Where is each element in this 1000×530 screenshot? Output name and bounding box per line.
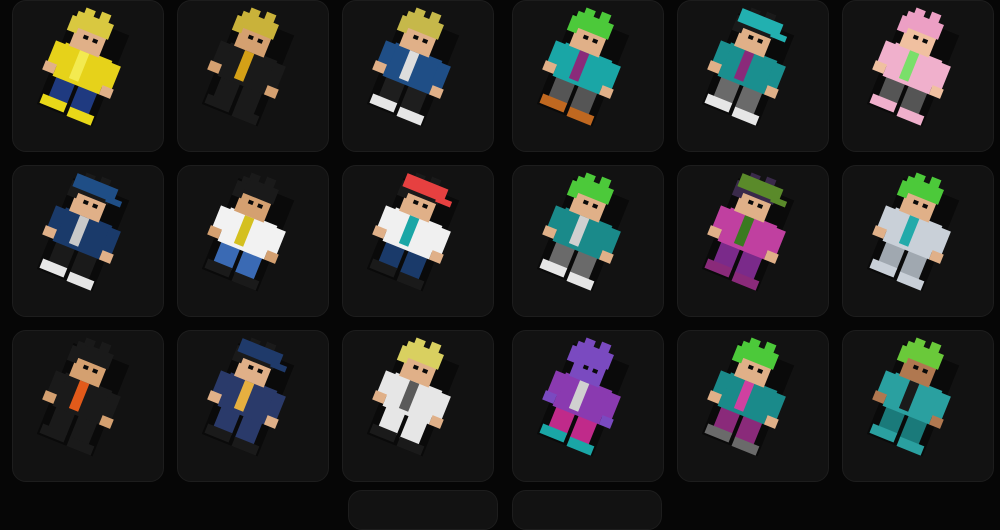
character-card-police-officer[interactable]: [177, 330, 329, 482]
partial-card: [348, 490, 498, 530]
character-sprite-blonde-black-gold: [201, 7, 295, 127]
character-card-green-hair-grey-coat[interactable]: [512, 165, 664, 317]
character-sprite-blonde-yellow-outfit: [36, 7, 130, 127]
character-sprite-green-hair-grey-coat: [536, 172, 630, 292]
character-sprite-pink-hood: [866, 7, 960, 127]
character-card-green-hair-teal[interactable]: [512, 0, 664, 152]
character-card-blonde-black-gold[interactable]: [177, 0, 329, 152]
partial-card: [512, 490, 662, 530]
character-card-blonde-yellow-outfit[interactable]: [12, 0, 164, 152]
character-sprite-red-cap-trainer: [366, 172, 460, 292]
character-sprite-green-hair-magenta: [701, 337, 795, 457]
character-card-white-tee-jeans[interactable]: [177, 165, 329, 317]
character-sprite-purple-ghost: [536, 337, 630, 457]
character-card-green-hair-teal-robe[interactable]: [842, 330, 994, 482]
character-card-blonde-blue-jacket[interactable]: [342, 0, 494, 152]
character-sprite-blonde-blue-jacket: [366, 7, 460, 127]
character-card-guitar-witch[interactable]: [677, 165, 829, 317]
character-card-teal-cap-grey[interactable]: [677, 0, 829, 152]
character-sprite-silver-armor: [866, 172, 960, 292]
character-sprite-teal-cap-grey: [701, 7, 795, 127]
character-sprite-green-hair-teal: [536, 7, 630, 127]
character-sprite-black-orange-ninja: [36, 337, 130, 457]
character-sprite-blonde-white-gi: [366, 337, 460, 457]
character-card-blonde-white-gi[interactable]: [342, 330, 494, 482]
character-card-silver-armor[interactable]: [842, 165, 994, 317]
character-grid: [0, 0, 1000, 500]
character-sprite-white-tee-jeans: [201, 172, 295, 292]
character-card-purple-ghost[interactable]: [512, 330, 664, 482]
character-card-red-cap-trainer[interactable]: [342, 165, 494, 317]
character-sprite-blue-cap-black: [36, 172, 130, 292]
character-sprite-police-officer: [201, 337, 295, 457]
character-sprite-guitar-witch: [701, 172, 795, 292]
character-card-black-orange-ninja[interactable]: [12, 330, 164, 482]
character-sprite-green-hair-teal-robe: [866, 337, 960, 457]
character-card-green-hair-magenta[interactable]: [677, 330, 829, 482]
character-card-pink-hood[interactable]: [842, 0, 994, 152]
character-card-blue-cap-black[interactable]: [12, 165, 164, 317]
